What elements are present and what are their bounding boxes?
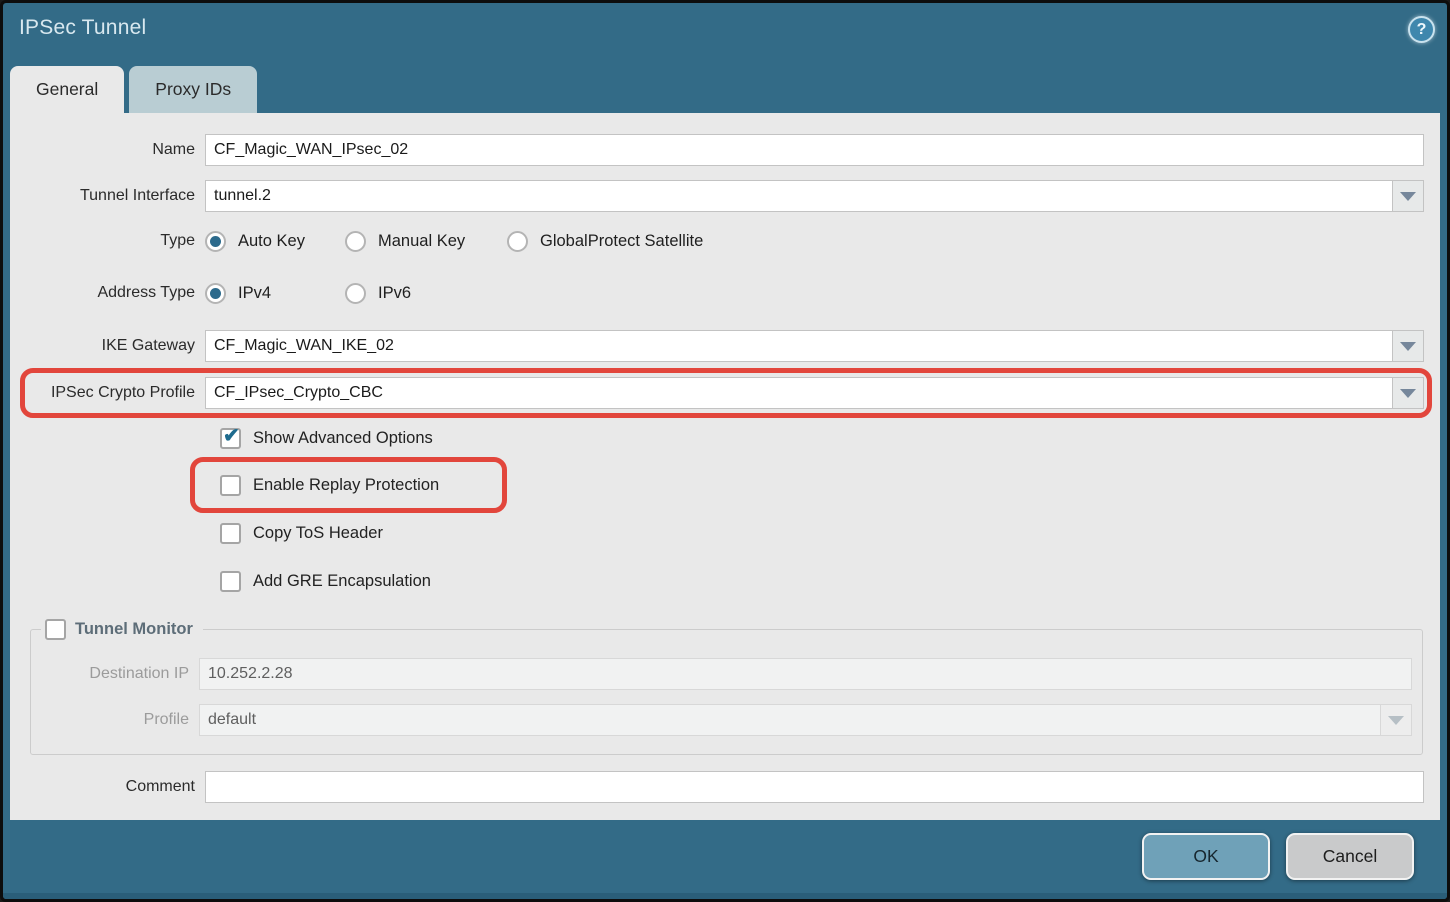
radio-auto-key-label: Auto Key: [238, 232, 305, 251]
ipsec-tunnel-dialog: IPSec Tunnel ? General Proxy IDs Name Tu…: [0, 0, 1450, 902]
tunnel-monitor-group: Tunnel Monitor Destination IP Profile: [30, 619, 1423, 755]
radio-ipv4-label: IPv4: [238, 284, 271, 303]
monitor-profile-label: Profile: [31, 711, 199, 729]
ike-gateway-input[interactable]: [205, 330, 1393, 362]
chevron-down-icon: [1400, 342, 1416, 351]
add-gre-encapsulation-checkbox[interactable]: [220, 571, 241, 592]
tunnel-interface-dropdown-button[interactable]: [1393, 180, 1424, 212]
ipsec-crypto-profile-dropdown-button[interactable]: [1393, 377, 1424, 409]
enable-replay-protection-checkbox[interactable]: [220, 475, 241, 496]
help-icon[interactable]: ?: [1408, 16, 1435, 43]
address-type-row: Address Type IPv4 IPv6: [10, 280, 1440, 306]
tunnel-monitor-checkbox[interactable]: [45, 619, 66, 640]
type-option-auto-key: Auto Key: [205, 231, 345, 252]
name-row: Name: [10, 134, 1440, 166]
tunnel-monitor-label: Tunnel Monitor: [75, 620, 193, 639]
type-row: Type Auto Key Manual Key GlobalProtect S…: [10, 228, 1440, 254]
tunnel-interface-row: Tunnel Interface: [10, 180, 1440, 212]
radio-manual-key-label: Manual Key: [378, 232, 465, 251]
general-tab-panel: Name Tunnel Interface Type Auto Key: [10, 113, 1440, 820]
chevron-down-icon: [1400, 389, 1416, 398]
comment-input[interactable]: [205, 771, 1424, 803]
radio-globalprotect-satellite[interactable]: [507, 231, 528, 252]
add-gre-encapsulation-label: Add GRE Encapsulation: [253, 572, 431, 591]
radio-ipv6-label: IPv6: [378, 284, 411, 303]
dialog-titlebar: IPSec Tunnel ?: [3, 3, 1447, 66]
radio-ipv4[interactable]: [205, 283, 226, 304]
ike-gateway-row: IKE Gateway: [10, 330, 1440, 362]
address-type-option-ipv4: IPv4: [205, 283, 345, 304]
enable-replay-protection-row: Enable Replay Protection: [10, 472, 1440, 498]
destination-ip-input: [199, 658, 1412, 690]
dialog-title: IPSec Tunnel: [19, 16, 146, 40]
monitor-profile-row: Profile: [31, 704, 1422, 736]
ike-gateway-label: IKE Gateway: [10, 337, 205, 355]
cancel-button[interactable]: Cancel: [1286, 833, 1414, 880]
comment-row: Comment: [10, 771, 1440, 803]
ipsec-crypto-profile-row: IPSec Crypto Profile: [10, 377, 1440, 409]
name-label: Name: [10, 141, 205, 159]
enable-replay-protection-label: Enable Replay Protection: [253, 476, 439, 495]
show-advanced-options-row: Show Advanced Options: [10, 425, 1440, 451]
type-option-globalprotect-satellite: GlobalProtect Satellite: [507, 231, 703, 252]
show-advanced-options-checkbox[interactable]: [220, 428, 241, 449]
copy-tos-header-row: Copy ToS Header: [10, 520, 1440, 546]
ipsec-crypto-profile-label: IPSec Crypto Profile: [10, 384, 205, 402]
ike-gateway-dropdown-button[interactable]: [1393, 330, 1424, 362]
radio-auto-key[interactable]: [205, 231, 226, 252]
tunnel-monitor-legend: Tunnel Monitor: [41, 619, 203, 640]
show-advanced-options-label: Show Advanced Options: [253, 429, 433, 448]
type-label: Type: [10, 232, 205, 250]
tab-bar: General Proxy IDs: [3, 66, 1447, 113]
ipsec-crypto-profile-input[interactable]: [205, 377, 1393, 409]
address-type-label: Address Type: [10, 284, 205, 302]
chevron-down-icon: [1400, 192, 1416, 201]
tunnel-interface-label: Tunnel Interface: [10, 187, 205, 205]
copy-tos-header-checkbox[interactable]: [220, 523, 241, 544]
tab-general[interactable]: General: [10, 66, 124, 113]
address-type-option-ipv6: IPv6: [345, 283, 411, 304]
radio-manual-key[interactable]: [345, 231, 366, 252]
tunnel-interface-input[interactable]: [205, 180, 1393, 212]
monitor-profile-input: [199, 704, 1381, 736]
type-option-manual-key: Manual Key: [345, 231, 507, 252]
comment-label: Comment: [10, 778, 205, 796]
name-input[interactable]: [205, 134, 1424, 166]
add-gre-encapsulation-row: Add GRE Encapsulation: [10, 568, 1440, 594]
tab-proxy-ids[interactable]: Proxy IDs: [129, 66, 257, 113]
chevron-down-icon: [1388, 716, 1404, 725]
radio-ipv6[interactable]: [345, 283, 366, 304]
bottom-strip: [3, 893, 1447, 899]
copy-tos-header-label: Copy ToS Header: [253, 524, 383, 543]
dialog-footer: OK Cancel: [3, 820, 1447, 893]
monitor-profile-dropdown-button: [1381, 704, 1412, 736]
destination-ip-label: Destination IP: [31, 665, 199, 683]
radio-globalprotect-satellite-label: GlobalProtect Satellite: [540, 232, 703, 251]
destination-ip-row: Destination IP: [31, 658, 1422, 690]
ok-button[interactable]: OK: [1142, 833, 1270, 880]
